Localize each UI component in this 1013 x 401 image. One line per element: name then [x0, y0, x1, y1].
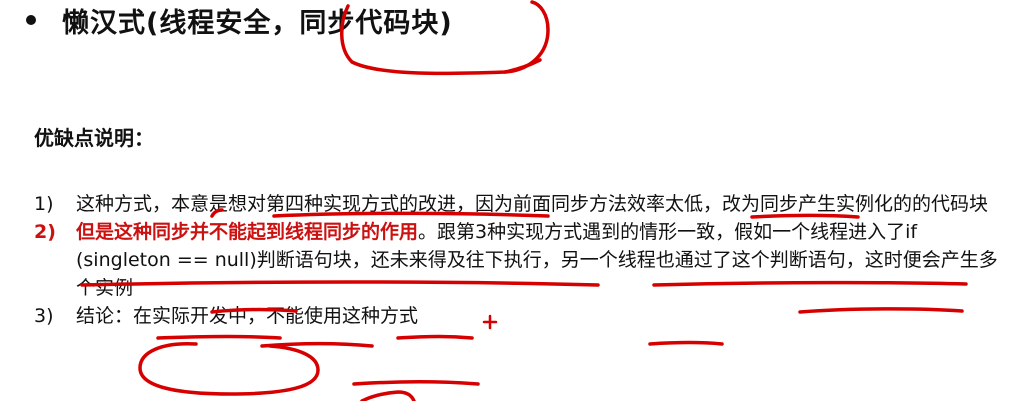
- underline-mark: [260, 342, 374, 348]
- item-number: 3): [34, 305, 54, 327]
- item-number: 1): [34, 193, 54, 215]
- item-text: 结论：在实际开发中，不能使用这种方式: [76, 305, 419, 327]
- conclusion-underline-mark: [352, 380, 480, 386]
- list-item-1: 1) 这种方式，本意是想对第四种实现方式的改进，因为前面同步方法效率太低，改为同…: [34, 190, 1004, 218]
- item-number: 2): [34, 221, 56, 243]
- heading-row: 懒汉式(线程安全，同步代码块): [18, 0, 453, 40]
- underline-mark: [648, 340, 724, 346]
- underline-mark: [396, 334, 474, 340]
- underline-mark: [156, 334, 282, 340]
- section-title: 优缺点说明：: [34, 126, 154, 150]
- item-text-container: 但是这种同步并不能起到线程同步的作用。跟第3种实现方式遇到的情形一致，假如一个线…: [76, 218, 1004, 302]
- item-text: 这种方式，本意是想对第四种实现方式的改进，因为前面同步方法效率太低，改为同步产生…: [76, 193, 989, 215]
- list-item-3: 3) 结论：在实际开发中，不能使用这种方式: [34, 302, 1004, 330]
- item-emphasis-text: 但是这种同步并不能起到线程同步的作用: [76, 221, 419, 243]
- numbered-list: 1) 这种方式，本意是想对第四种实现方式的改进，因为前面同步方法效率太低，改为同…: [34, 190, 1004, 330]
- stray-mark: [360, 390, 416, 401]
- list-item-2: 2) 但是这种同步并不能起到线程同步的作用。跟第3种实现方式遇到的情形一致，假如…: [34, 218, 1004, 302]
- conclusion-circle-mark: [138, 342, 320, 396]
- bullet-dot: [26, 15, 36, 25]
- heading-title: 懒汉式(线程安全，同步代码块): [62, 7, 453, 39]
- heading-tail-mark: [503, 58, 542, 74]
